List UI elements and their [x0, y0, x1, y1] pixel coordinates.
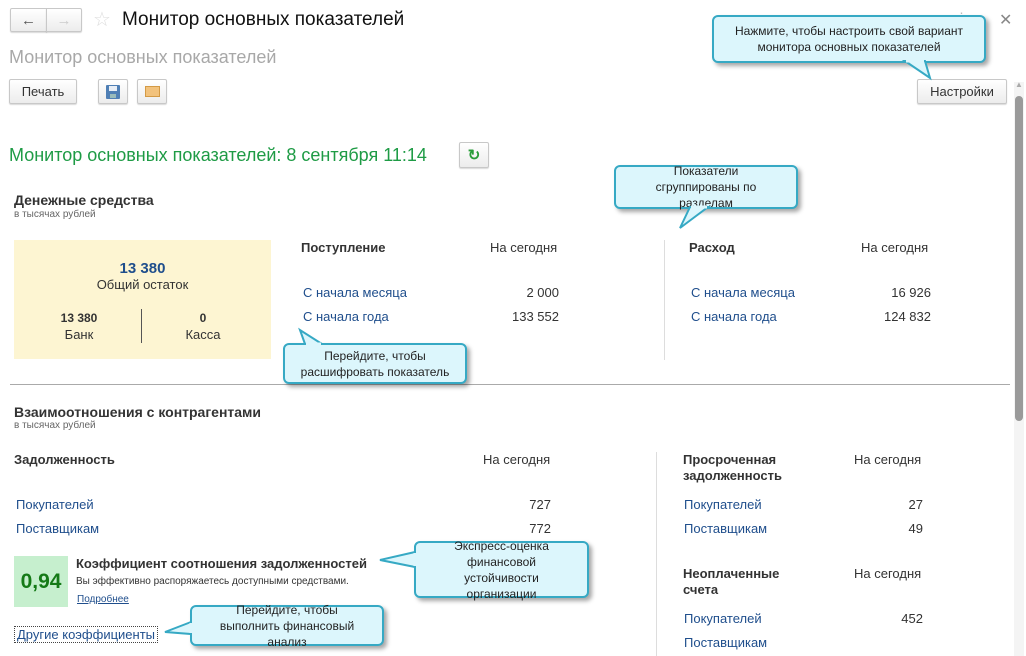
analysis-callout-pointer: [164, 620, 193, 636]
